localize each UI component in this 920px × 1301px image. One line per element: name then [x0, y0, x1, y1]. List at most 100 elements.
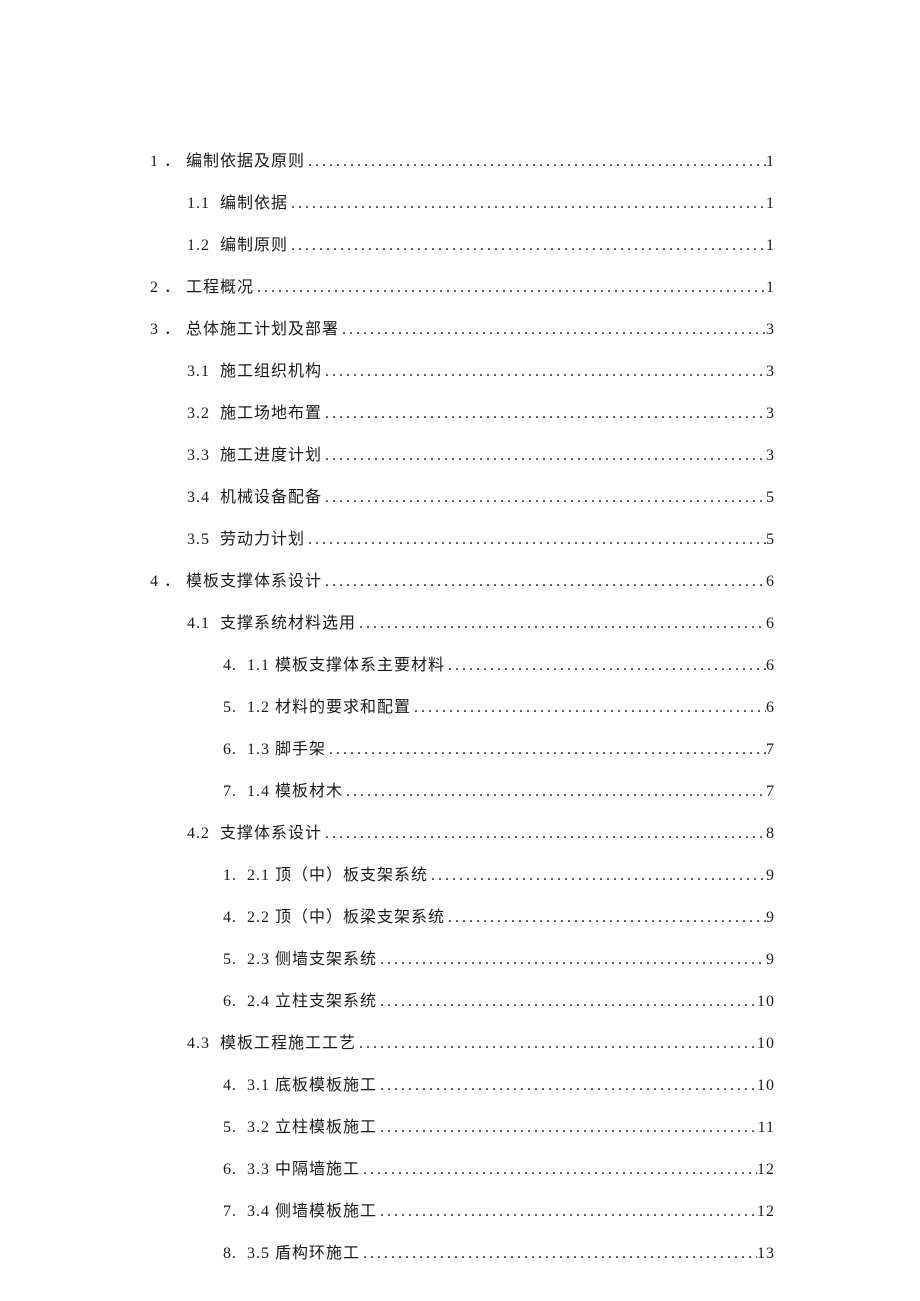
toc-entry-title: 3.4 侧墙模板施工: [247, 1200, 377, 1224]
table-of-contents: 1．编制依据及原则11.1编制依据11.2编制原则12．工程概况13．总体施工计…: [150, 150, 775, 1266]
toc-entry-title: 1.3 脚手架: [247, 738, 326, 762]
toc-entry-title: 1.2 材料的要求和配置: [247, 696, 411, 720]
toc-entry-title: 2.2 顶（中）板梁支架系统: [247, 906, 445, 930]
toc-entry-page: 9: [766, 948, 775, 972]
toc-entry-page: 12: [757, 1200, 775, 1224]
toc-entry-number: 4.: [223, 1074, 237, 1098]
toc-entry: 1.1 编制依据 1: [150, 192, 775, 216]
toc-entry-title: 3.2 立柱模板施工: [247, 1116, 377, 1140]
toc-entry: 5. 3.2 立柱模板施工 11: [150, 1116, 775, 1140]
toc-entry: 6. 1.3 脚手架7: [150, 738, 775, 762]
toc-entry: 4.1 支撑系统材料选用6: [150, 612, 775, 636]
toc-entry-number: 5.: [223, 696, 237, 720]
toc-entry-number: 5.: [223, 1116, 237, 1140]
toc-leader-dots: [322, 570, 766, 594]
toc-leader-dots: [322, 486, 766, 510]
toc-entry-title: 3.5 盾构环施工: [247, 1242, 360, 1266]
toc-entry-title: 编制依据及原则: [186, 150, 305, 174]
toc-entry-number: 1.2: [187, 234, 210, 258]
toc-entry-number: 5.: [223, 948, 237, 972]
toc-entry-number: 4: [150, 570, 159, 594]
toc-entry: 8. 3.5 盾构环施工13: [150, 1242, 775, 1266]
toc-entry-separator: ．: [159, 150, 186, 174]
toc-entry-title: 3.1 底板模板施工: [247, 1074, 377, 1098]
toc-entry-page: 6: [766, 696, 775, 720]
toc-entry-title: 编制依据: [220, 192, 288, 216]
toc-leader-dots: [360, 1242, 757, 1266]
toc-entry: 3.4 机械设备配备 5: [150, 486, 775, 510]
toc-entry-number: 6.: [223, 990, 237, 1014]
toc-entry-title: 2.4 立柱支架系统: [247, 990, 377, 1014]
toc-leader-dots: [322, 360, 766, 384]
toc-entry-page: 3: [766, 360, 775, 384]
toc-entry-page: 11: [758, 1116, 775, 1140]
toc-entry-title: 总体施工计划及部署: [186, 318, 339, 342]
toc-entry-title: 1.1 模板支撑体系主要材料: [247, 654, 445, 678]
toc-leader-dots: [377, 990, 757, 1014]
toc-entry-page: 6: [766, 654, 775, 678]
toc-entry-number: 3.2: [187, 402, 210, 426]
toc-entry: 4. 2.2 顶（中）板梁支架系统9: [150, 906, 775, 930]
toc-entry-page: 1: [766, 234, 775, 258]
toc-leader-dots: [326, 738, 766, 762]
toc-entry-number: 1.1: [187, 192, 210, 216]
toc-entry-page: 6: [766, 570, 775, 594]
toc-entry-page: 8: [766, 822, 775, 846]
toc-entry: 2．工程概况1: [150, 276, 775, 300]
toc-entry-number: 1.: [223, 864, 237, 888]
toc-entry-page: 5: [766, 528, 775, 552]
toc-entry-title: 支撑体系设计: [220, 822, 322, 846]
toc-entry-page: 12: [757, 1158, 775, 1182]
toc-entry: 5. 2.3 侧墙支架系统9: [150, 948, 775, 972]
toc-entry-title: 模板工程施工工艺: [220, 1032, 356, 1056]
toc-entry-page: 7: [766, 738, 775, 762]
toc-entry-title: 施工进度计划: [220, 444, 322, 468]
toc-leader-dots: [356, 1032, 757, 1056]
toc-entry-number: 2: [150, 276, 159, 300]
toc-leader-dots: [445, 906, 766, 930]
toc-leader-dots: [377, 1074, 757, 1098]
toc-leader-dots: [322, 402, 766, 426]
toc-leader-dots: [254, 276, 766, 300]
toc-entry: 4.2 支撑体系设计8: [150, 822, 775, 846]
toc-entry-number: 6.: [223, 1158, 237, 1182]
toc-entry-title: 施工组织机构: [220, 360, 322, 384]
toc-entry-page: 1: [766, 150, 775, 174]
toc-entry-page: 5: [766, 486, 775, 510]
toc-entry: 4. 1.1 模板支撑体系主要材料 6: [150, 654, 775, 678]
toc-entry-number: 4.: [223, 654, 237, 678]
toc-leader-dots: [411, 696, 766, 720]
toc-entry-page: 9: [766, 864, 775, 888]
toc-entry: 3.1 施工组织机构3: [150, 360, 775, 384]
toc-entry: 1.2编制原则1: [150, 234, 775, 258]
toc-entry-number: 3.3: [187, 444, 210, 468]
toc-entry: 7. 1.4 模板材木7: [150, 780, 775, 804]
toc-entry-title: 3.3 中隔墙施工: [247, 1158, 360, 1182]
toc-entry-number: 3.4: [187, 486, 210, 510]
toc-leader-dots: [322, 822, 766, 846]
toc-entry-title: 2.1 顶（中）板支架系统: [247, 864, 428, 888]
toc-leader-dots: [339, 318, 766, 342]
toc-entry: 5. 1.2 材料的要求和配置 6: [150, 696, 775, 720]
toc-leader-dots: [428, 864, 766, 888]
toc-entry-number: 1: [150, 150, 159, 174]
toc-entry: 3.3 施工进度计划 3: [150, 444, 775, 468]
toc-leader-dots: [360, 1158, 757, 1182]
toc-entry-page: 3: [766, 402, 775, 426]
toc-entry-number: 4.: [223, 906, 237, 930]
toc-entry-page: 10: [757, 990, 775, 1014]
toc-entry-page: 3: [766, 444, 775, 468]
toc-entry: 4. 3.1 底板模板施工 10: [150, 1074, 775, 1098]
toc-entry-separator: ．: [159, 570, 186, 594]
toc-leader-dots: [288, 192, 766, 216]
toc-entry-title: 机械设备配备: [220, 486, 322, 510]
toc-entry-page: 1: [766, 192, 775, 216]
toc-entry-title: 工程概况: [186, 276, 254, 300]
toc-entry-page: 10: [757, 1074, 775, 1098]
toc-entry-page: 6: [766, 612, 775, 636]
toc-leader-dots: [377, 1116, 758, 1140]
toc-entry: 6. 3.3 中隔墙施工 12: [150, 1158, 775, 1182]
toc-entry-page: 3: [766, 318, 775, 342]
toc-leader-dots: [343, 780, 766, 804]
toc-entry-separator: ．: [159, 318, 186, 342]
